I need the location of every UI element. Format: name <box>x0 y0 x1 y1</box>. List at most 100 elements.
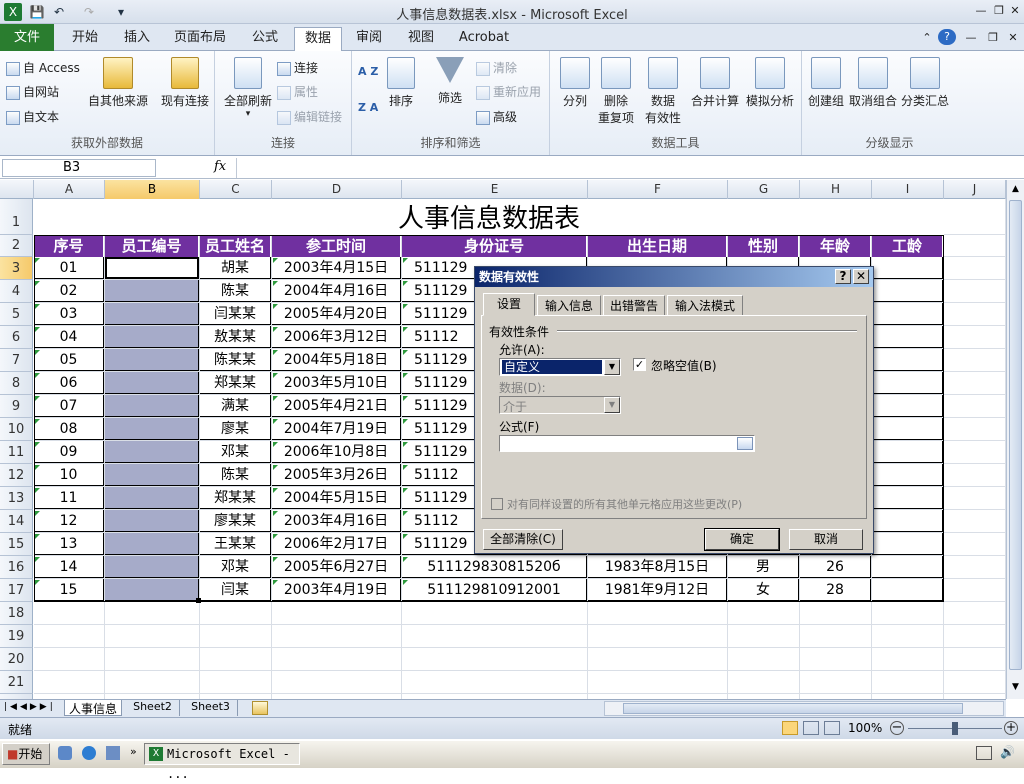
cell-employee-id[interactable] <box>105 441 199 463</box>
cell-seq[interactable]: 14 <box>34 556 104 578</box>
cell-name[interactable]: 敖某某 <box>200 326 271 348</box>
tab-home[interactable]: 开始 <box>64 27 106 51</box>
keyboard-icon[interactable] <box>976 746 992 760</box>
cell-seniority[interactable] <box>872 533 943 555</box>
allow-dropdown-icon[interactable]: ▼ <box>604 359 620 375</box>
cell-join-date[interactable]: 2004年7月19日 <box>272 418 401 440</box>
row-header-19[interactable]: 19 <box>0 625 33 648</box>
cell-join-date[interactable]: 2003年4月15日 <box>272 257 401 279</box>
range-selector-icon[interactable] <box>737 437 753 450</box>
cell-seniority[interactable] <box>872 280 943 302</box>
row-header-11[interactable]: 11 <box>0 441 33 464</box>
cell-name[interactable]: 陈某某 <box>200 349 271 371</box>
ignore-blank-checkbox[interactable]: ✓ <box>633 358 646 371</box>
cell-seniority[interactable] <box>872 579 943 601</box>
from-access-button[interactable]: 自 Access <box>6 59 80 76</box>
cell-seq[interactable]: 07 <box>34 395 104 417</box>
cell-name[interactable]: 廖某某 <box>200 510 271 532</box>
start-button[interactable]: ■开始 <box>2 743 50 765</box>
tab-view[interactable]: 视图 <box>400 27 442 51</box>
edit-links-button[interactable]: 编辑链接 <box>277 108 342 125</box>
h-scroll-thumb[interactable] <box>623 703 963 714</box>
row-header-7[interactable]: 7 <box>0 349 33 372</box>
cell-seq[interactable]: 01 <box>34 257 104 279</box>
vertical-scrollbar[interactable]: ▲ ▼ <box>1006 180 1024 699</box>
ok-button[interactable]: 确定 <box>704 528 780 551</box>
cell-join-date[interactable]: 2005年6月27日 <box>272 556 401 578</box>
row-header-5[interactable]: 5 <box>0 303 33 326</box>
dialog-tab-error-alert[interactable]: 出错警告 <box>603 295 665 316</box>
cell-join-date[interactable]: 2005年4月21日 <box>272 395 401 417</box>
cell-employee-id[interactable] <box>105 418 199 440</box>
cell-age[interactable]: 28 <box>800 579 871 601</box>
zoom-slider-thumb[interactable] <box>952 722 958 735</box>
insert-sheet-icon[interactable] <box>252 701 268 715</box>
cell-employee-id[interactable] <box>105 303 199 325</box>
tab-data[interactable]: 数据 <box>294 27 342 52</box>
cell-employee-id[interactable] <box>105 579 199 601</box>
cell-join-date[interactable]: 2005年3月26日 <box>272 464 401 486</box>
quicklaunch-more-icon[interactable]: » <box>130 745 137 758</box>
dialog-tab-input-message[interactable]: 输入信息 <box>537 295 601 316</box>
subtotal-button[interactable]: 分类汇总 <box>900 57 950 109</box>
cell-seniority[interactable] <box>872 464 943 486</box>
apply-all-checkbox[interactable] <box>491 498 503 510</box>
row-header-20[interactable]: 20 <box>0 648 33 671</box>
cell-seniority[interactable] <box>872 326 943 348</box>
zoom-out-icon[interactable]: − <box>890 721 904 735</box>
cell-birth-date[interactable]: 1983年8月15日 <box>588 556 727 578</box>
sheet-tab-1[interactable]: 人事信息 <box>64 700 122 716</box>
page-layout-view-icon[interactable] <box>803 721 819 735</box>
cell-name[interactable]: 陈某 <box>200 464 271 486</box>
col-header-a[interactable]: A <box>34 180 105 199</box>
cell-seniority[interactable] <box>872 303 943 325</box>
cell-seq[interactable]: 04 <box>34 326 104 348</box>
cell-seniority[interactable] <box>872 556 943 578</box>
scroll-up-icon[interactable]: ▲ <box>1008 182 1023 197</box>
cell-employee-id[interactable] <box>105 257 199 279</box>
help-icon[interactable]: ? <box>938 29 956 45</box>
cell-employee-id[interactable] <box>105 349 199 371</box>
clear-all-button[interactable]: 全部清除(C) <box>483 529 563 550</box>
cell-join-date[interactable]: 2004年5月15日 <box>272 487 401 509</box>
cell-gender[interactable]: 男 <box>728 556 799 578</box>
zoom-in-icon[interactable]: + <box>1004 721 1018 735</box>
allow-select[interactable]: 自定义 ▼ <box>499 358 621 376</box>
tab-page-layout[interactable]: 页面布局 <box>170 27 230 51</box>
cell-employee-id[interactable] <box>105 464 199 486</box>
cell-name[interactable]: 闫某 <box>200 579 271 601</box>
properties-button[interactable]: 属性 <box>277 83 318 100</box>
cell-join-date[interactable]: 2006年10月8日 <box>272 441 401 463</box>
wb-close-icon[interactable]: ✕ <box>1004 30 1022 46</box>
cell-seq[interactable]: 09 <box>34 441 104 463</box>
sheet-nav-icons[interactable]: |◀◀▶▶| <box>4 702 56 712</box>
sort-button[interactable]: 排序 <box>384 57 418 109</box>
wb-restore-icon[interactable]: ❐ <box>984 30 1002 46</box>
volume-icon[interactable]: 🔊 <box>1000 745 1015 759</box>
text-to-columns-button[interactable]: 分列 <box>558 57 592 109</box>
row-header-9[interactable]: 9 <box>0 395 33 418</box>
fx-icon[interactable]: fx <box>214 159 226 174</box>
cell-name[interactable]: 满某 <box>200 395 271 417</box>
fill-handle[interactable] <box>196 598 201 603</box>
row-header-16[interactable]: 16 <box>0 556 33 579</box>
cell-seniority[interactable] <box>872 372 943 394</box>
quicklaunch-icon-3[interactable] <box>106 746 120 760</box>
cell-employee-id[interactable] <box>105 510 199 532</box>
wb-minimize-icon[interactable]: — <box>962 30 980 46</box>
row-header-3[interactable]: 3 <box>0 257 33 280</box>
cell-name[interactable]: 胡某 <box>200 257 271 279</box>
row-header-21[interactable]: 21 <box>0 671 33 694</box>
tab-file[interactable]: 文件 <box>0 24 54 51</box>
cell-seniority[interactable] <box>872 418 943 440</box>
row-header-4[interactable]: 4 <box>0 280 33 303</box>
select-all-corner[interactable] <box>0 180 34 199</box>
col-header-e[interactable]: E <box>402 180 588 199</box>
horizontal-scrollbar[interactable] <box>604 701 1004 716</box>
col-header-i[interactable]: I <box>872 180 944 199</box>
formula-input[interactable] <box>236 158 1006 178</box>
tab-review[interactable]: 审阅 <box>348 27 390 51</box>
tab-acrobat[interactable]: Acrobat <box>454 27 514 51</box>
data-validation-button[interactable]: 数据 有效性 <box>640 57 686 126</box>
row-header-13[interactable]: 13 <box>0 487 33 510</box>
